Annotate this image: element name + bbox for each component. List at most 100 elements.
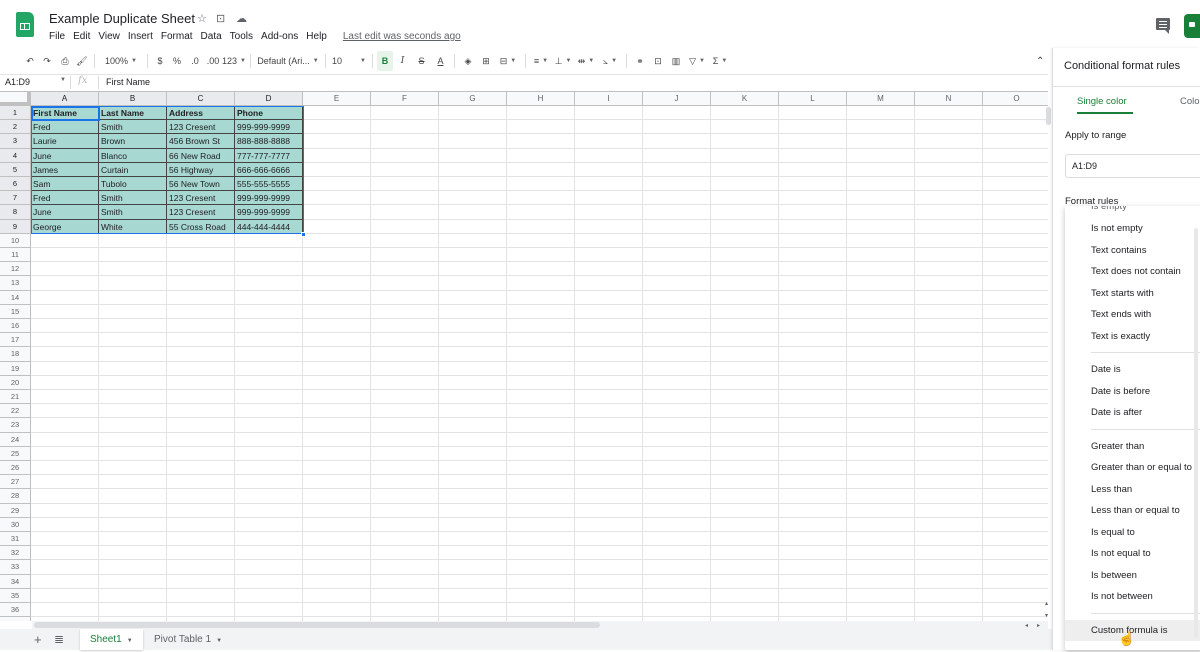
cell-d5[interactable]: 666-666-6666 [235,163,303,177]
currency-format-button[interactable]: $ [152,51,168,71]
cell-d3[interactable]: 888-888-8888 [235,134,303,148]
menu-view[interactable]: View [98,31,120,42]
row-header-37[interactable]: 37 [0,617,31,621]
cell-a7[interactable]: Fred [31,191,99,205]
bold-button[interactable]: B [377,51,393,71]
horizontal-scrollbar[interactable] [34,622,600,628]
cloud-status-icon[interactable]: ☁ [236,12,247,25]
cell-c8[interactable]: 123 Cresent [167,205,235,219]
menu-format[interactable]: Format [161,31,193,42]
all-sheets-icon[interactable]: ≣ [54,632,64,646]
column-header-h[interactable]: H [507,92,575,106]
tab-color-scale[interactable]: Colo [1180,96,1200,107]
add-sheet-icon[interactable]: + [34,632,42,647]
select-all-corner[interactable] [0,92,31,106]
font-family-select[interactable]: Default (Ari...▼ [255,51,321,71]
scroll-left-icon[interactable]: ◂ [1025,622,1028,629]
row-header-19[interactable]: 19 [0,362,31,376]
row-header-21[interactable]: 21 [0,390,31,404]
dropdown-scrollbar[interactable] [1194,228,1198,638]
row-header-36[interactable]: 36 [0,603,31,617]
share-button[interactable] [1184,14,1200,38]
dropdown-option-date-is-after[interactable]: Date is after [1065,402,1200,423]
dropdown-option-less-than-or-equal-to[interactable]: Less than or equal to [1065,500,1200,521]
dropdown-option-date-is-before[interactable]: Date is before [1065,381,1200,402]
cell-b4[interactable]: Blanco [99,149,167,163]
row-header-34[interactable]: 34 [0,575,31,589]
row-header-29[interactable]: 29 [0,504,31,518]
row-header-17[interactable]: 17 [0,333,31,347]
column-header-i[interactable]: I [575,92,643,106]
row-header-25[interactable]: 25 [0,447,31,461]
row-header-9[interactable]: 9 [0,220,31,234]
menu-addons[interactable]: Add-ons [261,31,298,42]
zoom-select[interactable]: 100%▼ [99,51,143,71]
dropdown-option-text-does-not-contain[interactable]: Text does not contain [1065,261,1200,282]
row-header-16[interactable]: 16 [0,319,31,333]
increase-decimal-button[interactable]: .00 [204,51,222,71]
column-header-e[interactable]: E [303,92,371,106]
vertical-align-icon[interactable]: ⊥▼ [552,51,574,71]
filter-icon[interactable]: ▽▼ [685,51,709,71]
row-header-1[interactable]: 1 [0,106,31,120]
collapse-toolbar-icon[interactable]: ⌃ [1036,56,1044,67]
column-header-a[interactable]: A [31,92,99,106]
insert-comment-icon[interactable]: ⊡ [649,51,667,71]
dropdown-option-is-between[interactable]: Is between [1065,565,1200,586]
vertical-scrollbar[interactable] [1046,107,1051,125]
italic-button[interactable]: I [393,51,412,71]
merge-cells-icon[interactable]: ⊟▼ [495,51,521,71]
spreadsheet-grid[interactable]: ABCDEFGHIJKLMNO1234567891011121314151617… [0,91,1048,621]
last-edit-link[interactable]: Last edit was seconds ago [343,31,461,42]
range-input[interactable]: A1:D9 [1065,154,1200,178]
column-header-f[interactable]: F [371,92,439,106]
column-header-b[interactable]: B [99,92,167,106]
document-title[interactable]: Example Duplicate Sheet [49,11,195,26]
cell-a3[interactable]: Laurie [31,134,99,148]
cell-d9[interactable]: 444-444-4444 [235,220,303,234]
column-header-g[interactable]: G [439,92,507,106]
cell-b2[interactable]: Smith [99,120,167,134]
dropdown-option-greater-than-or-equal-to[interactable]: Greater than or equal to [1065,457,1200,478]
cell-c9[interactable]: 55 Cross Road [167,220,235,234]
dropdown-option-is-equal-to[interactable]: Is equal to [1065,522,1200,543]
cell-c2[interactable]: 123 Cresent [167,120,235,134]
column-header-n[interactable]: N [915,92,983,106]
formula-input[interactable]: First Name [106,77,150,87]
cell-b9[interactable]: White [99,220,167,234]
text-rotation-icon[interactable]: ⦣▼ [598,51,622,71]
cell-a8[interactable]: June [31,205,99,219]
column-header-d[interactable]: D [235,92,303,106]
functions-icon[interactable]: Σ▼ [709,51,731,71]
text-wrap-icon[interactable]: ⇹▼ [574,51,598,71]
row-header-12[interactable]: 12 [0,262,31,276]
text-color-button[interactable]: A [431,51,450,71]
row-header-33[interactable]: 33 [0,560,31,574]
name-box[interactable]: A1:D9 [5,77,30,87]
cell-a6[interactable]: Sam [31,177,99,191]
sheet-tab-pivot-table-1[interactable]: Pivot Table 1▼ [144,629,232,650]
decrease-decimal-button[interactable]: .0 [186,51,204,71]
cell-d7[interactable]: 999-999-9999 [235,191,303,205]
dropdown-option-is-empty[interactable]: Is empty [1065,206,1200,217]
cell-b6[interactable]: Tubolo [99,177,167,191]
scroll-down-icon[interactable]: ▾ [1045,612,1048,619]
column-header-l[interactable]: L [779,92,847,106]
menu-tools[interactable]: Tools [230,31,253,42]
strikethrough-button[interactable]: S [412,51,431,71]
star-icon[interactable]: ☆ [197,12,207,25]
row-header-11[interactable]: 11 [0,248,31,262]
cell-d6[interactable]: 555-555-5555 [235,177,303,191]
cell-c3[interactable]: 456 Brown St [167,134,235,148]
dropdown-option-is-not-equal-to[interactable]: Is not equal to [1065,543,1200,564]
row-header-30[interactable]: 30 [0,518,31,532]
cell-b7[interactable]: Smith [99,191,167,205]
row-header-10[interactable]: 10 [0,234,31,248]
row-header-3[interactable]: 3 [0,134,31,148]
percent-format-button[interactable]: % [168,51,186,71]
menu-edit[interactable]: Edit [73,31,90,42]
row-header-26[interactable]: 26 [0,461,31,475]
row-header-2[interactable]: 2 [0,120,31,134]
cell-b8[interactable]: Smith [99,205,167,219]
cell-b5[interactable]: Curtain [99,163,167,177]
